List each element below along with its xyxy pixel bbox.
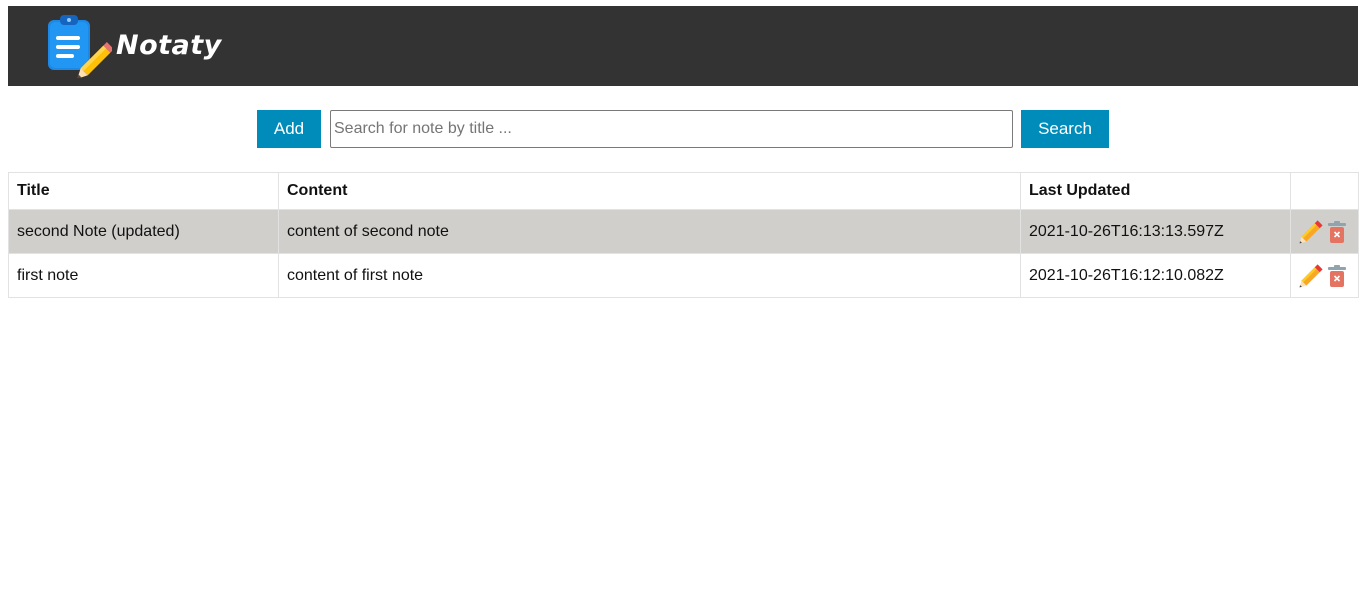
note-updated-cell: 2021-10-26T16:13:13.597Z <box>1020 209 1291 254</box>
add-button[interactable]: Add <box>257 110 321 148</box>
column-header-actions <box>1290 172 1359 210</box>
trash-delete-icon[interactable] <box>1327 220 1347 244</box>
note-title-cell: first note <box>8 253 279 298</box>
search-button[interactable]: Search <box>1021 110 1109 148</box>
column-header-content: Content <box>278 172 1021 210</box>
pencil-edit-icon[interactable] <box>1299 263 1323 288</box>
note-updated-cell: 2021-10-26T16:12:10.082Z <box>1020 253 1291 298</box>
app-logo[interactable]: Notaty <box>46 14 221 78</box>
note-title-cell: second Note (updated) <box>8 209 279 254</box>
search-input[interactable] <box>330 110 1013 148</box>
table-row[interactable]: second Note (updated) content of second … <box>8 209 1359 254</box>
navbar: Notaty <box>8 6 1358 86</box>
toolbar: Add Search <box>257 110 1109 148</box>
note-content-cell: content of first note <box>278 253 1021 298</box>
pencil-edit-icon[interactable] <box>1299 219 1323 244</box>
note-actions-cell <box>1290 253 1359 298</box>
notes-table: Title Content Last Updated second Note (… <box>8 172 1359 298</box>
column-header-last-updated: Last Updated <box>1020 172 1291 210</box>
table-row[interactable]: first note content of first note 2021-10… <box>8 253 1359 298</box>
table-header-row: Title Content Last Updated <box>8 172 1359 210</box>
page: Notaty Add Search Title Content Last Upd… <box>0 0 1366 591</box>
note-actions-cell <box>1290 209 1359 254</box>
column-header-title: Title <box>8 172 279 210</box>
note-content-cell: content of second note <box>278 209 1021 254</box>
trash-delete-icon[interactable] <box>1327 264 1347 288</box>
app-name: Notaty <box>116 30 222 61</box>
clipboard-pencil-icon <box>48 15 112 78</box>
